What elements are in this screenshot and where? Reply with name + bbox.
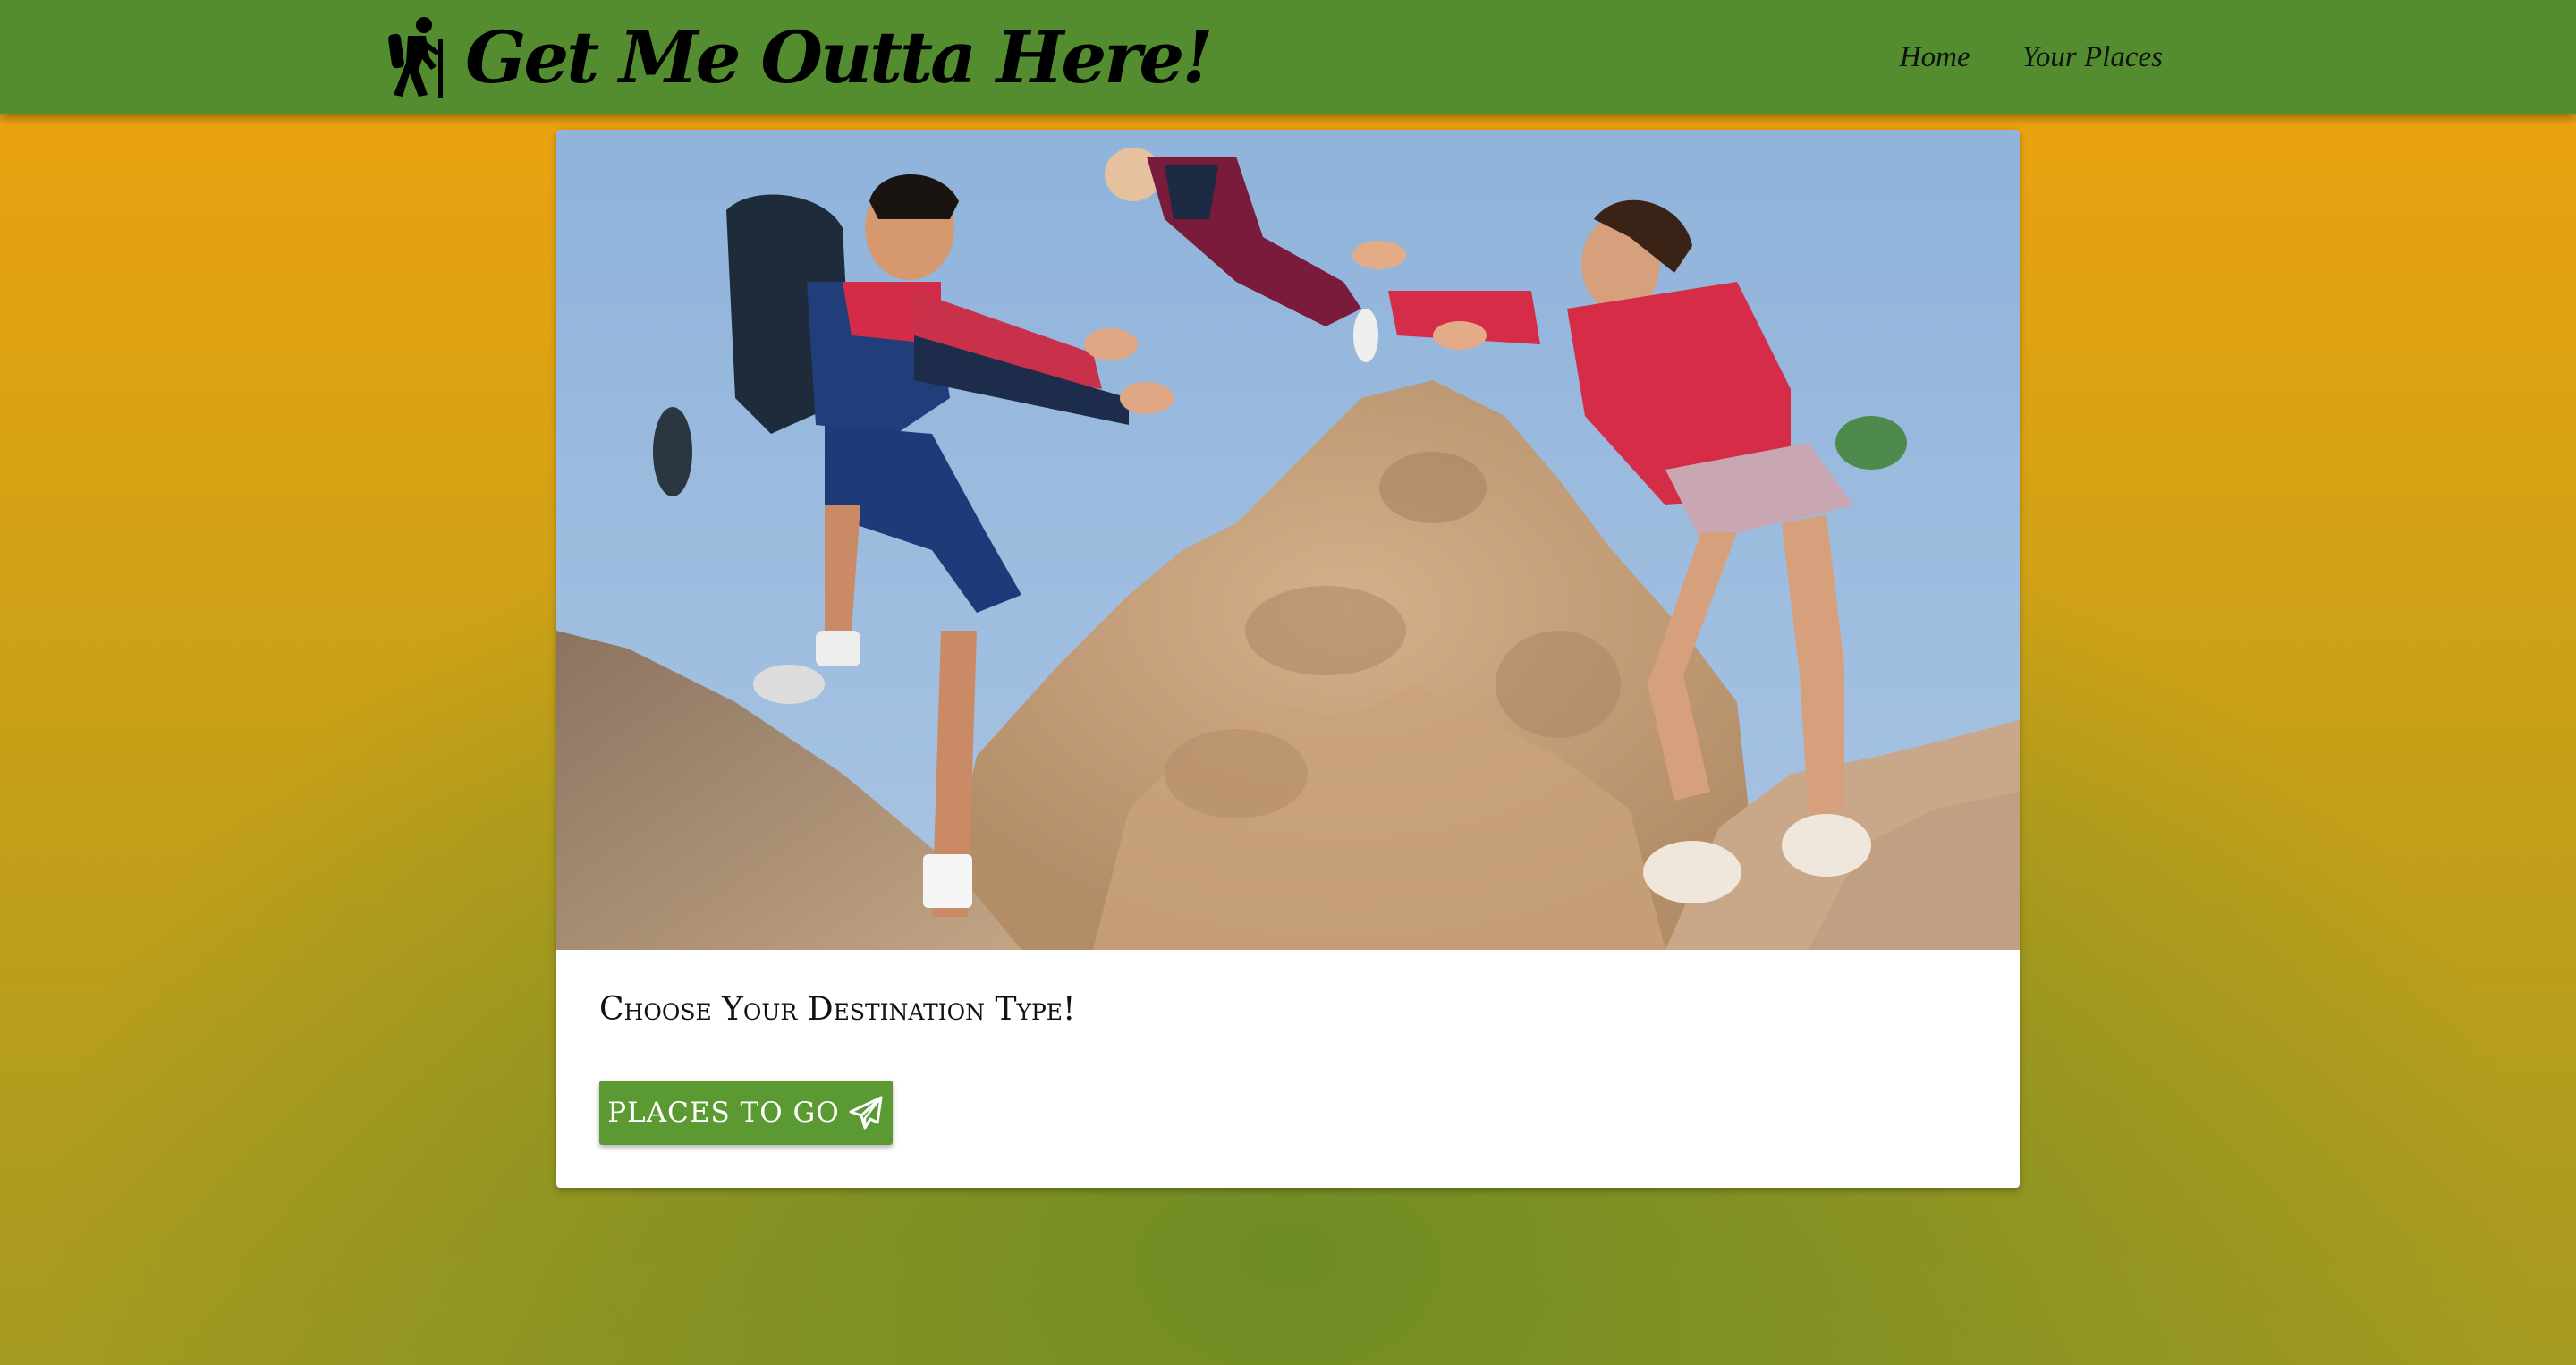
button-label: PLACES TO GO: [607, 1097, 840, 1129]
hiker-icon: [388, 17, 443, 98]
paper-plane-icon: [849, 1096, 883, 1130]
nav-link-home[interactable]: Home: [1900, 41, 1970, 74]
nav-link-your-places[interactable]: Your Places: [2022, 41, 2163, 74]
card-title: Choose Your Destination Type!: [599, 991, 1076, 1028]
places-to-go-button[interactable]: PLACES TO GO: [599, 1081, 893, 1145]
brand-link[interactable]: Get Me Outta Here!: [385, 0, 1213, 114]
site-title: Get Me Outta Here!: [465, 15, 1213, 99]
destination-card: Choose Your Destination Type! PLACES TO …: [556, 130, 2020, 1188]
nav-links: Home Your Places: [1848, 0, 2163, 114]
navbar: Get Me Outta Here! Home Your Places: [0, 0, 2576, 114]
card-image: [556, 130, 2020, 950]
card-content: Choose Your Destination Type!: [599, 990, 1076, 1029]
